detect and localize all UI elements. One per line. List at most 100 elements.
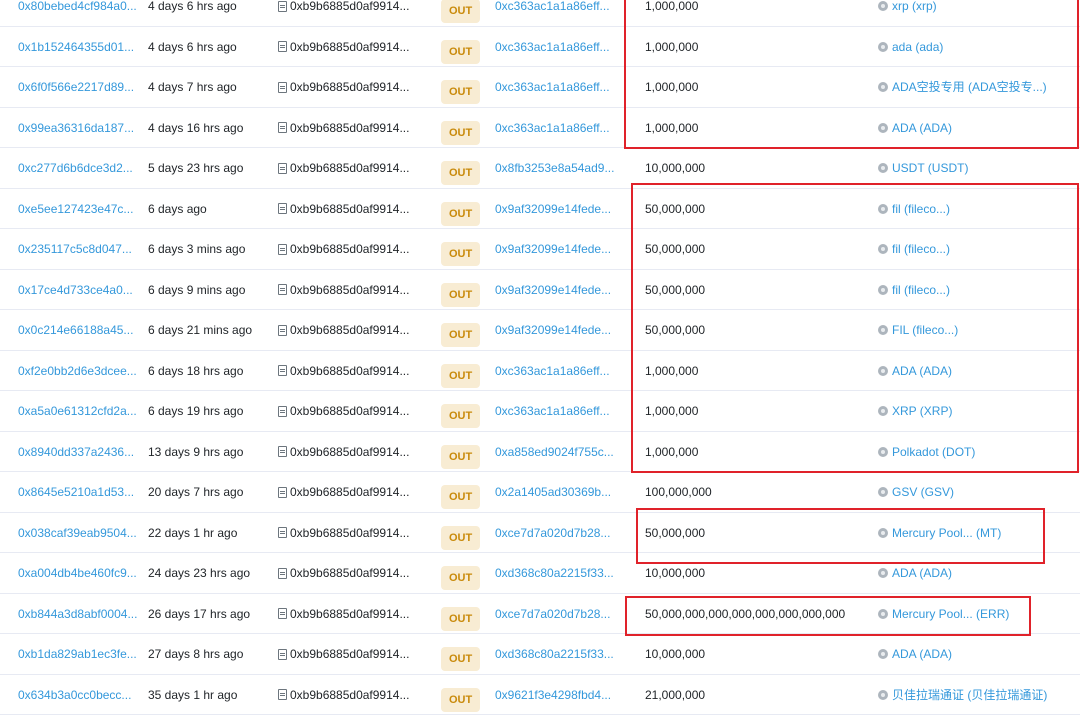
token-link[interactable]: ADA (ADA) bbox=[878, 634, 952, 674]
age-text: 13 days 9 hrs ago bbox=[148, 444, 244, 459]
txn-hash-link[interactable]: 0x0c214e66188a45... bbox=[18, 310, 133, 350]
txn-hash-link[interactable]: 0x8940dd337a2436... bbox=[18, 432, 134, 472]
from-address: 0xb9b6885d0af9914... bbox=[278, 351, 409, 391]
txn-hash-link[interactable]: 0x235117c5c8d047... bbox=[18, 229, 132, 269]
token-name: USDT (USDT) bbox=[892, 161, 969, 175]
token-name: fil (fileco...) bbox=[892, 282, 951, 297]
to-address-link[interactable]: 0x9af32099e14fede... bbox=[495, 310, 611, 350]
token-link[interactable]: ADA (ADA) bbox=[878, 108, 952, 148]
from-address: 0xb9b6885d0af9914... bbox=[278, 432, 409, 472]
to-address-link[interactable]: 0xc363ac1a1a86eff... bbox=[495, 351, 610, 391]
from-address-text: 0xb9b6885d0af9914... bbox=[290, 525, 410, 540]
token-link[interactable]: GSV (GSV) bbox=[878, 472, 954, 512]
token-link[interactable]: ADA (ADA) bbox=[878, 351, 952, 391]
to-address-link[interactable]: 0x9af32099e14fede... bbox=[495, 229, 611, 269]
from-address: 0xb9b6885d0af9914... bbox=[278, 634, 409, 674]
to-address-link[interactable]: 0x9621f3e4298fbd4... bbox=[495, 675, 611, 715]
to-address-link[interactable]: 0xc363ac1a1a86eff... bbox=[495, 0, 610, 26]
token-transfers-table: 0x80bebed4cf984a0... 4 days 6 hrs ago 0xb9… bbox=[0, 0, 1080, 715]
to-address-link[interactable]: 0xc363ac1a1a86eff... bbox=[495, 108, 610, 148]
age-text: 5 days 23 hrs ago bbox=[148, 161, 244, 175]
txn-hash-link[interactable]: 0x1b152464355d01... bbox=[18, 27, 134, 67]
token-name: ADA (ADA) bbox=[892, 120, 953, 135]
table-row: 0x634b3a0cc0becc... 35 days 1 hr ago 0xb9b… bbox=[0, 675, 1080, 715]
to-address-link[interactable]: 0x9af32099e14fede... bbox=[495, 189, 611, 229]
table-row: 0x80bebed4cf984a0... 4 days 6 hrs ago 0xb9… bbox=[0, 0, 1080, 27]
age-text: 27 days 8 hrs ago bbox=[148, 647, 244, 661]
to-address-link[interactable]: 0xd368c80a2215f33... bbox=[495, 634, 614, 674]
table-row: 0x17ce4d733ce4a0... 6 days 9 mins ago 0xb9… bbox=[0, 270, 1080, 310]
token-link[interactable]: Mercury Pool... (MT) bbox=[878, 513, 1001, 553]
contract-doc-icon bbox=[278, 122, 287, 133]
to-address-link[interactable]: 0xc363ac1a1a86eff... bbox=[495, 391, 610, 431]
out-badge: OUT bbox=[441, 39, 481, 64]
contract-doc-icon bbox=[278, 81, 287, 93]
token-link[interactable]: FIL (fileco...) bbox=[878, 310, 958, 350]
out-badge: OUT bbox=[441, 485, 481, 509]
txn-hash-link[interactable]: 0xb844a3d8abf0004... bbox=[18, 594, 137, 634]
token-link[interactable]: XRP (XRP) bbox=[878, 391, 952, 431]
from-address-text: 0xb9b6885d0af9914... bbox=[290, 80, 410, 94]
token-link[interactable]: ADA空投专用 (ADA空投专...) bbox=[878, 67, 1047, 107]
table-row: 0x8645e5210a1d53... 20 days 7 hrs ago 0xb9… bbox=[0, 472, 1080, 513]
txn-hash-link[interactable]: 0xa004db4be460fc9... bbox=[18, 553, 137, 593]
to-address-link[interactable]: 0x8fb3253e8a54ad9... bbox=[495, 148, 614, 188]
token-icon bbox=[878, 608, 888, 619]
to-address-link[interactable]: 0x2a1405ad30369b... bbox=[495, 472, 611, 512]
token-link[interactable]: ada (ada) bbox=[878, 27, 943, 67]
txn-hash-link[interactable]: 0xa5a0e61312cfd2a... bbox=[18, 391, 137, 431]
token-link[interactable]: fil (fileco...) bbox=[878, 229, 950, 269]
to-address-link[interactable]: 0xce7d7a020d7b28... bbox=[495, 513, 610, 553]
age-text: 35 days 1 hr ago bbox=[148, 687, 238, 702]
from-address-text: 0xb9b6885d0af9914... bbox=[290, 687, 410, 702]
token-name: Mercury Pool... (ERR) bbox=[892, 606, 1010, 621]
quantity-value: 21,000,000 bbox=[645, 687, 706, 702]
txn-hash-link[interactable]: 0x634b3a0cc0becc... bbox=[18, 675, 131, 715]
to-address-link[interactable]: 0x9af32099e14fede... bbox=[495, 270, 611, 310]
age-text: 6 days ago bbox=[148, 201, 207, 216]
token-link[interactable]: ADA (ADA) bbox=[878, 553, 952, 593]
contract-doc-icon bbox=[278, 486, 287, 498]
txn-hash-link[interactable]: 0xf2e0bb2d6e3dcee... bbox=[18, 351, 137, 391]
from-address-text: 0xb9b6885d0af9914... bbox=[290, 323, 410, 337]
contract-doc-icon bbox=[278, 41, 287, 52]
txn-hash-link[interactable]: 0x99ea36316da187... bbox=[18, 108, 134, 148]
txn-hash-link[interactable]: 0xe5ee127423e47c... bbox=[18, 189, 133, 229]
token-name: XRP (XRP) bbox=[892, 404, 953, 418]
to-address-link[interactable]: 0xc363ac1a1a86eff... bbox=[495, 67, 610, 107]
token-name: FIL (fileco...) bbox=[892, 323, 959, 337]
from-address: 0xb9b6885d0af9914... bbox=[278, 189, 409, 229]
token-link[interactable]: fil (fileco...) bbox=[878, 189, 950, 229]
txn-hash-link[interactable]: 0x17ce4d733ce4a0... bbox=[18, 270, 133, 310]
from-address-text: 0xb9b6885d0af9914... bbox=[290, 201, 410, 216]
txn-hash-link[interactable]: 0xc277d6b6dce3d2... bbox=[18, 148, 133, 188]
txn-hash-link[interactable]: 0x038caf39eab9504... bbox=[18, 513, 137, 553]
token-link[interactable]: Mercury Pool... (ERR) bbox=[878, 594, 1009, 634]
token-name: ADA (ADA) bbox=[892, 566, 953, 580]
txn-hash-link[interactable]: 0xb1da829ab1ec3fe... bbox=[18, 634, 137, 674]
contract-doc-icon bbox=[278, 446, 287, 457]
to-address-link[interactable]: 0xc363ac1a1a86eff... bbox=[495, 27, 610, 67]
out-badge: OUT bbox=[441, 647, 481, 671]
out-badge: OUT bbox=[441, 201, 481, 226]
token-link[interactable]: xrp (xrp) bbox=[878, 0, 937, 26]
to-address-link[interactable]: 0xd368c80a2215f33... bbox=[495, 553, 614, 593]
to-address-link[interactable]: 0xce7d7a020d7b28... bbox=[495, 594, 610, 634]
to-address-link[interactable]: 0xa858ed9024f755c... bbox=[495, 432, 614, 472]
token-link[interactable]: 贝佳拉瑞通证 (贝佳拉瑞通证) bbox=[878, 675, 1047, 715]
quantity-value: 50,000,000 bbox=[645, 242, 706, 256]
txn-hash-link[interactable]: 0x8645e5210a1d53... bbox=[18, 472, 134, 512]
out-badge: OUT bbox=[441, 80, 481, 104]
from-address-text: 0xb9b6885d0af9914... bbox=[290, 363, 410, 378]
token-icon bbox=[878, 41, 888, 52]
txn-hash-link[interactable]: 0x6f0f566e2217d89... bbox=[18, 67, 134, 107]
contract-doc-icon bbox=[278, 365, 287, 376]
token-link[interactable]: Polkadot (DOT) bbox=[878, 432, 975, 472]
token-name: ADA空投专用 (ADA空投专...) bbox=[892, 80, 1047, 94]
token-link[interactable]: USDT (USDT) bbox=[878, 148, 968, 188]
txn-hash-link[interactable]: 0x80bebed4cf984a0... bbox=[18, 0, 137, 26]
age-text: 6 days 21 mins ago bbox=[148, 323, 253, 337]
token-link[interactable]: fil (fileco...) bbox=[878, 270, 950, 310]
from-address-text: 0xb9b6885d0af9914... bbox=[290, 161, 410, 175]
table-row: 0xb1da829ab1ec3fe... 27 days 8 hrs ago 0xb… bbox=[0, 634, 1080, 675]
